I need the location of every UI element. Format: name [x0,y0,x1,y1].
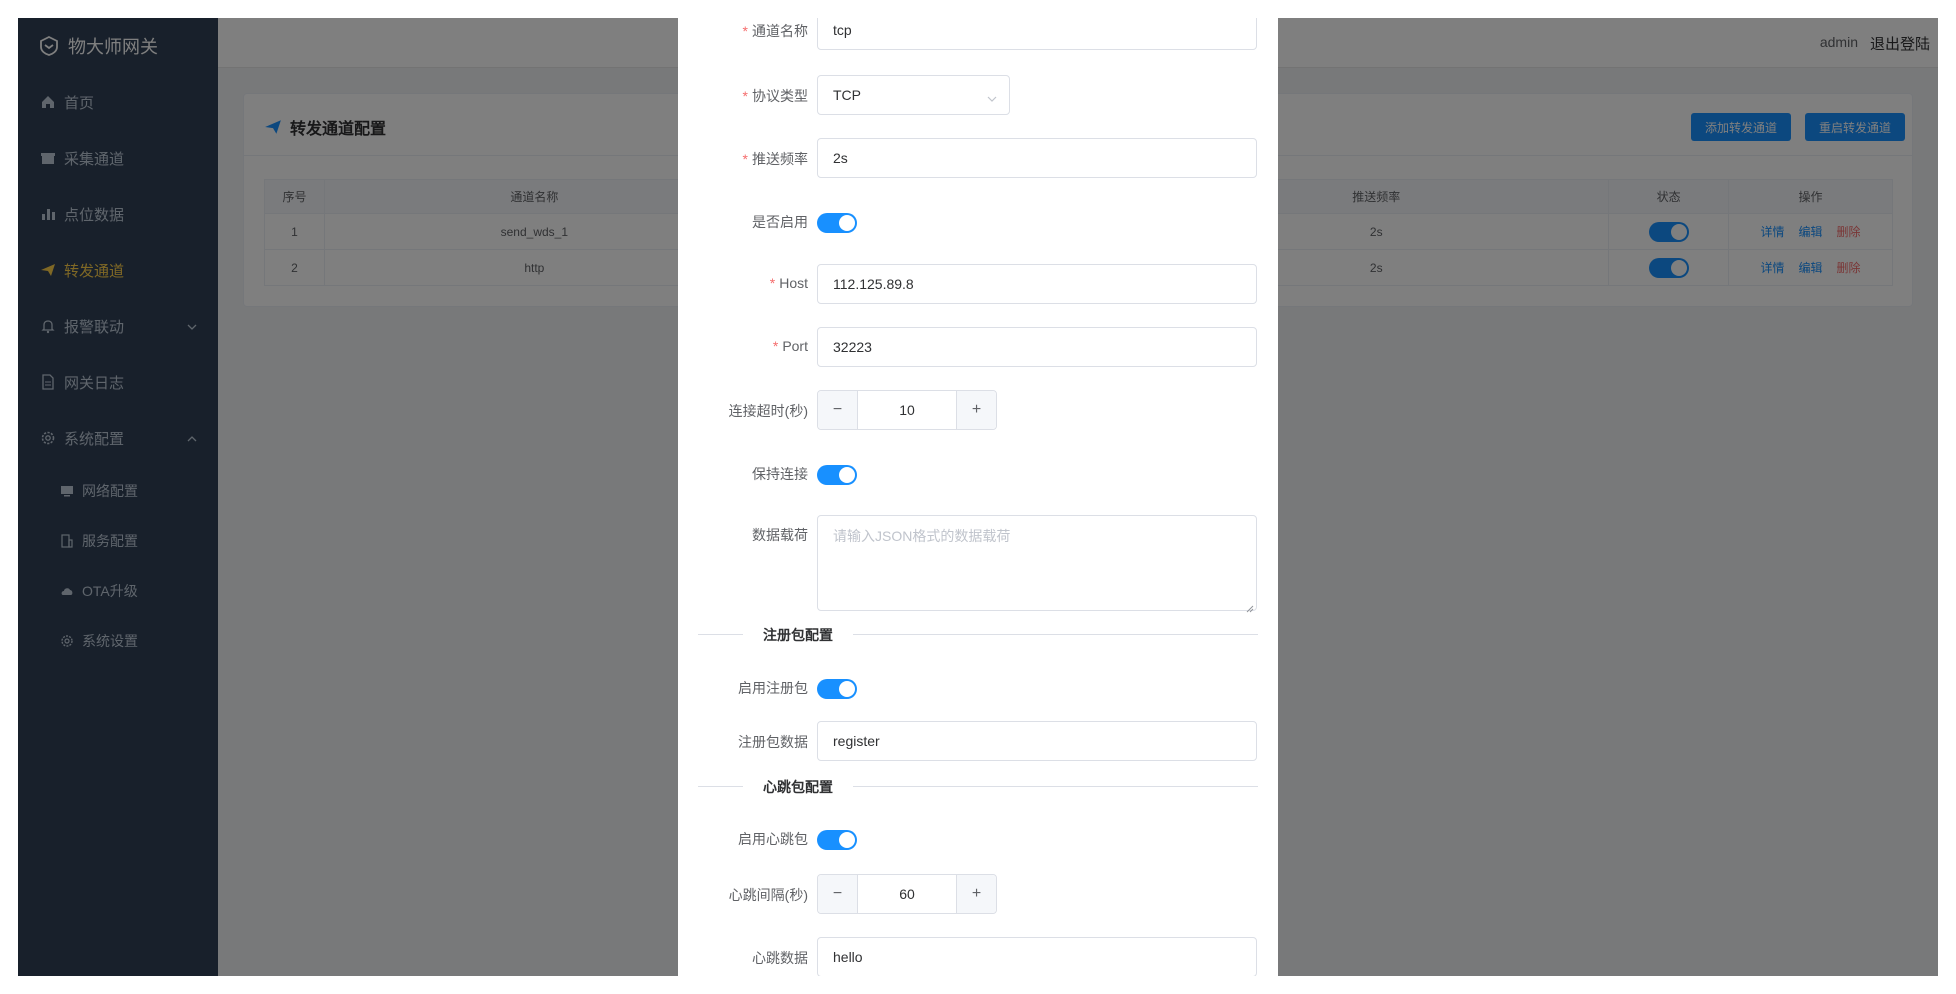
host-label-text: Host [779,275,808,291]
required-mark: * [772,338,779,354]
port-label: * Port [773,338,808,354]
protocol-selected-value: TCP [833,87,861,103]
protocol-label-text: 协议类型 [752,88,808,104]
register-data-label: 注册包数据 [738,734,808,750]
minus-icon[interactable]: − [818,391,858,429]
required-mark: * [742,88,748,104]
channel-name-input[interactable]: tcp [817,18,1257,50]
heartbeat-section-title: 心跳包配置 [743,777,853,797]
frequency-label-text: 推送频率 [752,151,808,167]
required-mark: * [769,275,776,291]
heartbeat-enabled-label: 启用心跳包 [738,831,808,847]
register-enabled-switch[interactable] [817,679,857,699]
frequency-label: * 推送频率 [743,149,808,169]
required-mark: * [742,151,748,167]
register-data-input[interactable]: register [817,721,1257,761]
keepalive-switch[interactable] [817,465,857,485]
port-label-text: Port [782,338,808,354]
plus-icon[interactable]: + [956,391,996,429]
resize-grip-icon[interactable] [1246,600,1254,613]
channel-name-label-text: 通道名称 [752,23,808,39]
host-input[interactable]: 112.125.89.8 [817,264,1257,304]
register-section-divider: 注册包配置 [698,625,1258,645]
heartbeat-enabled-switch[interactable] [817,830,857,850]
heartbeat-section-divider: 心跳包配置 [698,777,1258,797]
heartbeat-data-input[interactable]: hello [817,937,1257,976]
register-enabled-label: 启用注册包 [738,680,808,696]
host-label: * Host [770,275,808,291]
protocol-label: * 协议类型 [743,86,808,106]
required-mark: * [742,23,748,39]
heartbeat-data-label: 心跳数据 [752,950,808,966]
heartbeat-interval-stepper: − 60 + [817,874,997,914]
heartbeat-interval-value[interactable]: 60 [858,875,956,913]
timeout-value[interactable]: 10 [858,391,956,429]
app-window: 物大师网关 首页 采集通道 点位数据 转发通道 报警联动 网关日志 [18,18,1938,976]
enabled-switch[interactable] [817,213,857,233]
channel-name-label: * 通道名称 [743,21,808,41]
payload-placeholder: 请输入JSON格式的数据载荷 [833,528,1011,544]
timeout-stepper: − 10 + [817,390,997,430]
register-section-title: 注册包配置 [743,625,853,645]
frequency-input[interactable]: 2s [817,138,1257,178]
enabled-label: 是否启用 [752,214,808,230]
timeout-label: 连接超时(秒) [728,403,808,419]
plus-icon[interactable]: + [956,875,996,913]
payload-label: 数据载荷 [752,527,808,543]
edit-channel-dialog: * 通道名称 tcp * 协议类型 TCP * 推送频率 2s 是否启用 * Host … [678,18,1278,976]
port-input[interactable]: 32223 [817,327,1257,367]
minus-icon[interactable]: − [818,875,858,913]
keepalive-label: 保持连接 [752,466,808,482]
protocol-select[interactable]: TCP [817,75,1010,115]
heartbeat-interval-label: 心跳间隔(秒) [728,887,808,903]
chevron-down-icon [987,91,997,102]
payload-textarea[interactable]: 请输入JSON格式的数据载荷 [817,515,1257,613]
